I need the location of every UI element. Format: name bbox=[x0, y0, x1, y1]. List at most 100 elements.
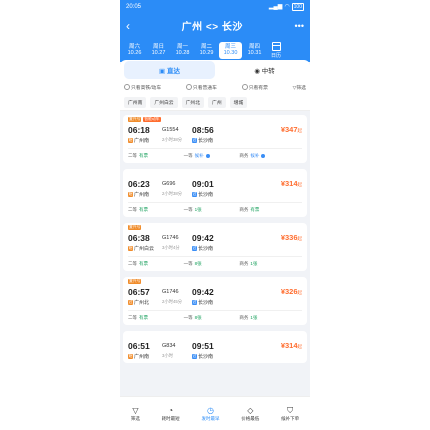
arrival-time: 09:51 bbox=[192, 340, 214, 351]
seat-status: 有票 bbox=[139, 153, 148, 158]
seat-status: 有票 bbox=[139, 207, 148, 212]
calendar-button[interactable]: 日历 bbox=[267, 41, 285, 59]
seat-status: 1张 bbox=[194, 207, 202, 212]
arrival-time: 09:42 bbox=[192, 232, 214, 243]
seat-class-name: 一等 bbox=[183, 207, 193, 212]
nav-item-2[interactable]: ◷ 发时最早 bbox=[201, 406, 219, 422]
status-time: 20:05 bbox=[126, 3, 142, 10]
seat-class: 一等 1张 bbox=[184, 207, 240, 213]
train-row-stations: 过广州北 2小时45分过长沙南 bbox=[128, 298, 302, 306]
seat-class-name: 一等 bbox=[183, 153, 193, 158]
train-row-stations: 始广州南 3小时 过长沙南 bbox=[128, 352, 302, 360]
train-number: G696 bbox=[162, 180, 176, 187]
nav-item-3[interactable]: ◇ 价格最低 bbox=[241, 406, 259, 422]
seat-class-name: 二等 bbox=[128, 315, 137, 320]
start-tag-icon: 过 bbox=[128, 299, 133, 305]
train-card[interactable]: 复兴号 06:57 G1746 09:42 ¥326起过广州北 2小时45分过长沙南 二等有… bbox=[123, 277, 307, 325]
nav-icon: ⛉ bbox=[287, 405, 294, 415]
seat-class-name: 一等 bbox=[183, 261, 193, 266]
arrival-time: 09:01 bbox=[192, 178, 214, 189]
pass-tag-icon: 过 bbox=[192, 299, 197, 305]
bottom-nav: ▽ 筛选 ◔ 耗时最短 ◷ 发时最早 ◇ 价格最低 ⛉ 候补下单 bbox=[120, 396, 310, 430]
checkbox-icon bbox=[241, 84, 248, 91]
arrival-station: 过长沙南 bbox=[192, 137, 232, 144]
date-tab-4[interactable]: 周三 10.30 bbox=[219, 41, 242, 59]
price-suffix: 起 bbox=[297, 182, 303, 187]
filter-label: 只看有票 bbox=[248, 85, 268, 91]
battery-icon: 100 bbox=[291, 2, 304, 11]
mode-tabs: ▣ 直达 ◉ 中转 bbox=[120, 60, 310, 80]
date-value: 10.30 bbox=[223, 50, 238, 56]
card-divider bbox=[128, 202, 302, 203]
date-tab-1[interactable]: 周日 10.27 bbox=[147, 42, 170, 59]
date-tab-3[interactable]: 周二 10.29 bbox=[195, 42, 218, 59]
price-value: ¥314 bbox=[280, 179, 298, 188]
filter-highspeed[interactable]: 只看高铁/动车 bbox=[124, 84, 161, 91]
filter-available[interactable]: 只看有票 bbox=[241, 84, 268, 91]
seat-class: 二等 有票 bbox=[128, 207, 184, 213]
nav-label: 候补下单 bbox=[281, 415, 300, 421]
waitlist-icon bbox=[205, 154, 210, 158]
station-chip[interactable]: 增城 bbox=[229, 96, 248, 108]
date-tab-5[interactable]: 周四 10.31 bbox=[243, 42, 266, 59]
date-tab-0[interactable]: 周六 10.26 bbox=[123, 42, 146, 59]
back-button[interactable]: ‹ bbox=[126, 20, 130, 32]
train-badge: 复兴号 bbox=[128, 225, 142, 230]
station-chip[interactable]: 广州南 bbox=[124, 96, 147, 108]
station-chips: 广州南 广州白云 广州北 广州 增城 bbox=[120, 94, 310, 111]
duration: 2小时38分 bbox=[162, 191, 183, 196]
train-card[interactable]: 06:51 G834 09:51 ¥314起始广州南 3小时过长沙南 bbox=[123, 331, 307, 363]
app-screen: 20:05 ▂▄▆ ◠ 100 ‹ 广州 <> 长沙 ••• 周六 10.26 周… bbox=[120, 0, 310, 430]
departure-station-name: 广州南 bbox=[134, 191, 150, 198]
train-row-times: 06:57 G1746 09:42 ¥326起 bbox=[128, 285, 302, 298]
departure-station-name: 广州北 bbox=[134, 299, 150, 306]
departure-station: 始广州南 bbox=[128, 353, 162, 360]
date-value: 10.31 bbox=[247, 50, 262, 56]
seat-availability: 二等 有票 一等 候补 商务 候补 bbox=[128, 152, 302, 160]
status-bar: 20:05 ▂▄▆ ◠ 100 bbox=[120, 0, 310, 13]
filter-button[interactable]: ▽筛选 bbox=[293, 84, 306, 91]
seat-class: 商务 1张 bbox=[239, 261, 295, 267]
station-chip[interactable]: 广州北 bbox=[181, 96, 205, 108]
arrival-station-name: 长沙南 bbox=[198, 353, 214, 360]
pass-tag-icon: 过 bbox=[192, 137, 197, 143]
more-button[interactable]: ••• bbox=[295, 21, 304, 31]
train-card[interactable]: 复兴号 06:38 G1746 09:42 ¥336起始广州白云 3小时4分过长沙南 二等有… bbox=[123, 223, 307, 271]
nav-item-0[interactable]: ▽ 筛选 bbox=[131, 406, 140, 422]
seat-class-name: 二等 bbox=[128, 261, 137, 266]
price-value: ¥347 bbox=[280, 125, 298, 134]
ticket-price: ¥314起 bbox=[281, 341, 302, 350]
date-tab-2[interactable]: 周一 10.28 bbox=[171, 42, 194, 59]
seat-class-name: 二等 bbox=[128, 207, 137, 212]
station-chip[interactable]: 广州 bbox=[208, 96, 226, 108]
seat-availability: 二等 有票 一等 8张 商务 1张 bbox=[128, 260, 302, 268]
departure-time: 06:38 bbox=[128, 232, 150, 243]
station-chip[interactable]: 广州白云 bbox=[150, 96, 178, 108]
train-row-stations: 始广州南 2小时38分过长沙南 bbox=[128, 190, 302, 198]
seat-class: 商务 候补 bbox=[239, 153, 295, 159]
ticket-price: ¥326起 bbox=[281, 287, 302, 296]
train-card[interactable]: 复兴号 智能动车 06:18 G1554 08:56 ¥347起始广州南 2小时38分过长沙… bbox=[123, 115, 307, 163]
seat-status: 8张 bbox=[194, 261, 202, 266]
filter-label: 只看普通车 bbox=[192, 85, 217, 91]
card-divider bbox=[128, 310, 302, 311]
seat-class-name: 一等 bbox=[183, 315, 193, 320]
arrival-station-name: 长沙南 bbox=[198, 245, 214, 252]
seat-status: 1张 bbox=[250, 261, 258, 266]
price-suffix: 起 bbox=[297, 344, 303, 349]
tab-transfer[interactable]: ◉ 中转 bbox=[219, 65, 310, 75]
seat-class: 一等 8张 bbox=[184, 315, 240, 321]
tab-direct[interactable]: ▣ 直达 bbox=[124, 61, 215, 79]
filter-label: 筛选 bbox=[296, 85, 306, 91]
train-card[interactable]: 06:23 G696 09:01 ¥314起始广州南 2小时38分过长沙南 二等 有票 一等 1… bbox=[123, 169, 307, 217]
arrival-station: 过长沙南 bbox=[192, 353, 232, 360]
train-row-stations: 始广州南 2小时38分过长沙南 bbox=[128, 136, 302, 144]
duration: 3小时 bbox=[162, 353, 173, 358]
date-value: 10.27 bbox=[151, 50, 166, 56]
seat-status: 有票 bbox=[139, 315, 148, 320]
departure-time: 06:23 bbox=[128, 178, 150, 189]
nav-item-4[interactable]: ⛉ 候补下单 bbox=[281, 406, 299, 422]
nav-item-1[interactable]: ◔ 耗时最短 bbox=[162, 406, 180, 422]
departure-station-name: 广州南 bbox=[134, 137, 150, 144]
filter-normal[interactable]: 只看普通车 bbox=[185, 84, 217, 91]
